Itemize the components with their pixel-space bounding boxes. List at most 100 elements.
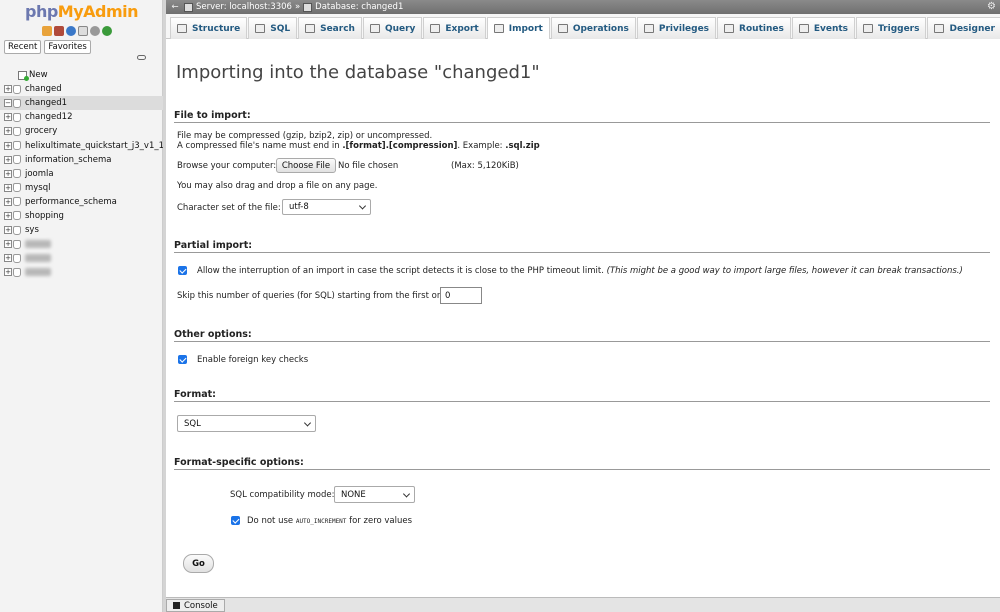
new-db-icon — [18, 70, 29, 81]
collapse-nav-icon[interactable]: ← — [166, 2, 184, 12]
skip-queries-label: Skip this number of queries (for SQL) st… — [177, 291, 451, 301]
no-file-chosen: No file chosen — [338, 161, 399, 171]
breadcrumb-database[interactable]: Database: changed1 — [315, 2, 403, 12]
compat-mode-label: SQL compatibility mode: — [230, 490, 335, 500]
breadcrumb-separator: » — [294, 2, 301, 12]
phpmyadmin-logo[interactable]: phpMyAdmin — [25, 2, 139, 21]
gear-icon[interactable]: ⚙ — [987, 1, 996, 12]
tab-search[interactable]: Search — [298, 17, 362, 39]
home-icon[interactable] — [42, 26, 52, 36]
tab-query[interactable]: Query — [362, 17, 423, 39]
sql-icon — [255, 24, 266, 33]
settings-icon[interactable] — [90, 26, 100, 36]
expand-icon[interactable]: + — [4, 169, 12, 178]
tree-item-grocery[interactable]: + grocery — [0, 124, 163, 138]
expand-icon[interactable]: + — [4, 85, 12, 94]
favorites-tab[interactable]: Favorites — [44, 40, 91, 54]
console-icon — [173, 602, 180, 609]
tree-item-performance-schema[interactable]: + performance_schema — [0, 195, 163, 209]
expand-icon[interactable]: + — [4, 268, 12, 277]
chevron-down-icon — [303, 418, 312, 427]
structure-icon — [177, 24, 187, 33]
breadcrumb-server[interactable]: Server: localhost:3306 — [196, 2, 292, 12]
expand-icon[interactable]: + — [4, 197, 12, 206]
redacted-name — [25, 240, 51, 249]
logout-icon[interactable] — [54, 26, 64, 36]
tree-item-changed12[interactable]: + changed12 — [0, 110, 163, 124]
drag-drop-note: You may also drag and drop a file on any… — [177, 181, 378, 191]
docs-icon[interactable] — [78, 26, 88, 36]
tab-export[interactable]: Export — [423, 17, 486, 39]
charset-select[interactable]: utf-8 — [282, 199, 371, 215]
expand-icon[interactable]: + — [4, 141, 12, 150]
tree-item-changed1[interactable]: − changed1 — [0, 96, 163, 111]
console-toggle[interactable]: Console — [166, 599, 225, 612]
database-icon — [13, 225, 21, 235]
auto-increment-label: Do not use AUTO_INCREMENT for zero value… — [247, 516, 413, 526]
tree-item-sys[interactable]: + sys — [0, 223, 163, 237]
tab-import[interactable]: Import — [486, 17, 550, 39]
expand-icon[interactable]: + — [4, 127, 12, 136]
tree-item-changed[interactable]: + changed — [0, 82, 163, 96]
page-title: Importing into the database "changed1" — [176, 62, 540, 83]
browse-label: Browse your computer: — [177, 161, 277, 171]
expand-icon[interactable]: + — [4, 211, 12, 220]
routines-icon — [724, 24, 735, 33]
wrench-icon — [557, 24, 568, 33]
database-icon — [13, 239, 21, 249]
expand-icon[interactable]: + — [4, 113, 12, 122]
tab-operations[interactable]: Operations — [550, 17, 636, 39]
tree-item-shopping[interactable]: + shopping — [0, 209, 163, 223]
import-icon — [493, 24, 504, 33]
database-icon — [13, 112, 21, 122]
breadcrumb: ← Server: localhost:3306 » Database: cha… — [166, 0, 1000, 14]
tree-item-redacted[interactable]: + — [0, 265, 163, 279]
compat-mode-select[interactable]: NONE — [334, 486, 415, 503]
format-specific-heading: Format-specific options: — [174, 457, 990, 470]
help-icon[interactable] — [66, 26, 76, 36]
expand-icon[interactable]: + — [4, 240, 12, 249]
partial-import-heading: Partial import: — [174, 240, 990, 253]
tab-privileges[interactable]: Privileges — [636, 17, 717, 39]
database-icon — [13, 253, 21, 263]
database-icon — [13, 267, 21, 277]
tab-structure[interactable]: Structure — [170, 17, 248, 39]
collapse-icon[interactable]: − — [4, 99, 12, 108]
tree-item-information-schema[interactable]: + information_schema — [0, 153, 163, 167]
charset-label: Character set of the file: — [177, 203, 281, 213]
database-icon — [13, 211, 21, 221]
tree-item-new[interactable]: New — [0, 68, 163, 82]
go-button[interactable]: Go — [183, 554, 214, 573]
choose-file-button[interactable]: Choose File — [276, 158, 336, 173]
tab-sql[interactable]: SQL — [248, 17, 298, 39]
expand-icon[interactable]: + — [4, 183, 12, 192]
expand-icon[interactable]: + — [4, 254, 12, 263]
tree-item-joomla[interactable]: + joomla — [0, 167, 163, 181]
link-icon[interactable] — [137, 55, 146, 60]
tab-triggers[interactable]: Triggers — [856, 17, 927, 39]
auto-increment-checkbox[interactable] — [231, 516, 240, 525]
expand-icon[interactable]: + — [4, 226, 12, 235]
clock-icon — [798, 24, 809, 33]
reload-icon[interactable] — [102, 26, 112, 36]
database-icon — [13, 98, 21, 108]
tree-item-redacted[interactable]: + — [0, 237, 163, 251]
tab-designer[interactable]: Designer — [927, 17, 1000, 39]
max-size: (Max: 5,120KiB) — [451, 161, 519, 171]
tree-item-redacted[interactable]: + — [0, 251, 163, 265]
server-icon — [184, 2, 193, 12]
skip-queries-input[interactable]: 0 — [440, 287, 482, 304]
expand-icon[interactable]: + — [4, 155, 12, 164]
export-icon — [430, 24, 441, 33]
format-select[interactable]: SQL — [177, 415, 316, 432]
nav-icon-bar — [42, 26, 112, 36]
allow-interrupt-checkbox[interactable] — [178, 266, 187, 275]
privileges-icon — [643, 24, 654, 33]
recent-tab[interactable]: Recent — [4, 40, 42, 54]
tab-routines[interactable]: Routines — [717, 17, 791, 39]
foreign-key-label: Enable foreign key checks — [197, 355, 309, 365]
tree-item-mysql[interactable]: + mysql — [0, 181, 163, 195]
tab-events[interactable]: Events — [791, 17, 856, 39]
tree-item-helixultimate[interactable]: + helixultimate_quickstart_j3_v1_1_ — [0, 138, 163, 152]
foreign-key-checkbox[interactable] — [178, 355, 187, 364]
